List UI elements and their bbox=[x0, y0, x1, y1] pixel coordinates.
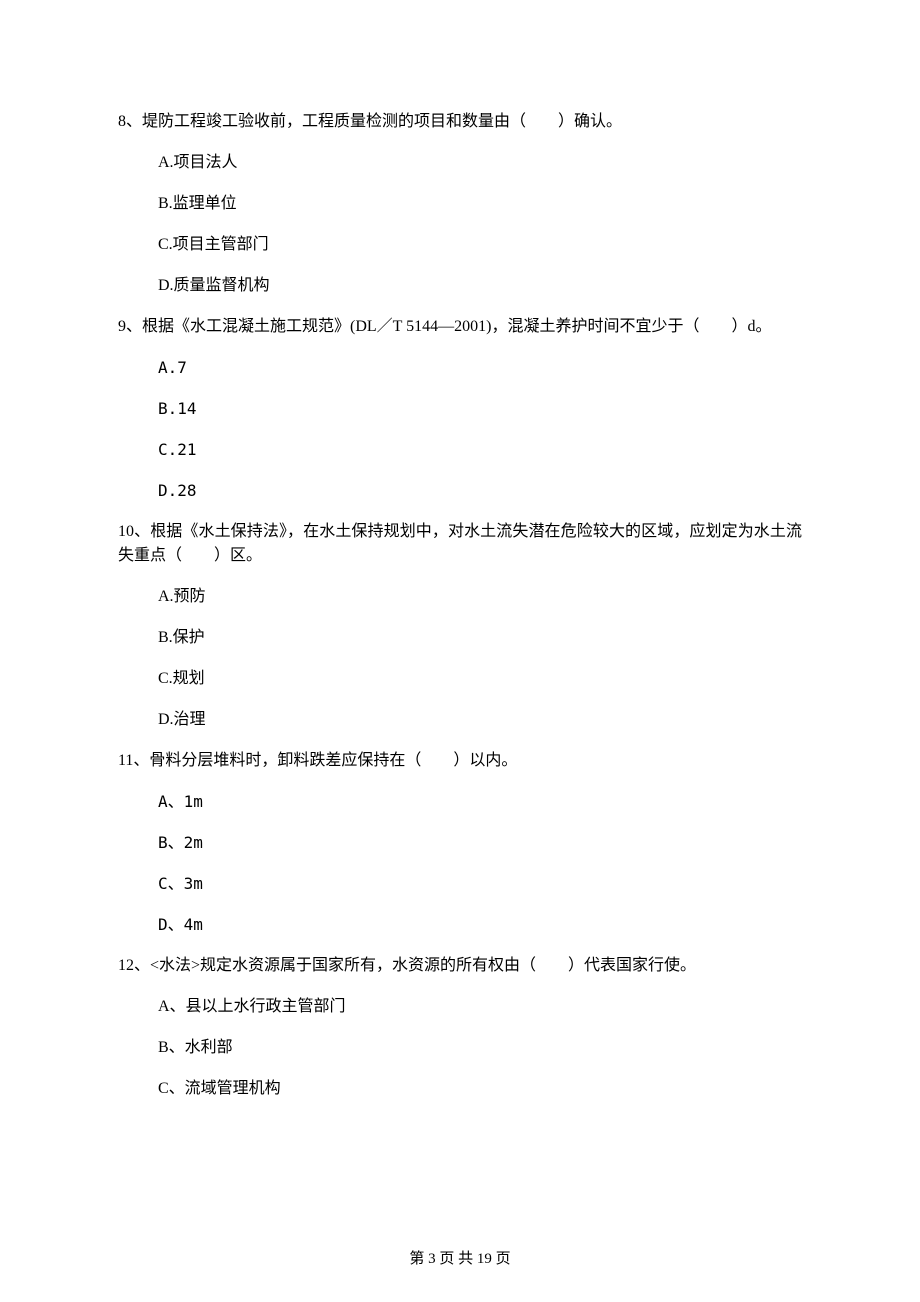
option: C、3m bbox=[158, 872, 802, 896]
question-9-options: A.7 B.14 C.21 D.28 bbox=[118, 356, 802, 503]
question-11-options: A、1m B、2m C、3m D、4m bbox=[118, 790, 802, 937]
option: B、2m bbox=[158, 831, 802, 855]
option: B.14 bbox=[158, 397, 802, 421]
question-11-stem: 11、骨料分层堆料时，卸料跌差应保持在（ ）以内。 bbox=[118, 749, 802, 773]
option: A.7 bbox=[158, 356, 802, 380]
question-12-stem: 12、<水法>规定水资源属于国家所有，水资源的所有权由（ ）代表国家行使。 bbox=[118, 954, 802, 978]
option: D、4m bbox=[158, 913, 802, 937]
option: B.监理单位 bbox=[158, 192, 802, 216]
option: D.治理 bbox=[158, 708, 802, 732]
option: D.28 bbox=[158, 479, 802, 503]
option: A.项目法人 bbox=[158, 151, 802, 175]
option: A、县以上水行政主管部门 bbox=[158, 995, 802, 1019]
question-10-options: A.预防 B.保护 C.规划 D.治理 bbox=[118, 585, 802, 732]
option: A、1m bbox=[158, 790, 802, 814]
option: A.预防 bbox=[158, 585, 802, 609]
option: D.质量监督机构 bbox=[158, 274, 802, 298]
option: C.项目主管部门 bbox=[158, 233, 802, 257]
page-footer: 第 3 页 共 19 页 bbox=[0, 1248, 920, 1271]
question-10-stem: 10、根据《水土保持法》，在水土保持规划中，对水土流失潜在危险较大的区域，应划定… bbox=[118, 520, 802, 568]
option: C、流域管理机构 bbox=[158, 1077, 802, 1101]
option: C.21 bbox=[158, 438, 802, 462]
option: C.规划 bbox=[158, 667, 802, 691]
option: B.保护 bbox=[158, 626, 802, 650]
question-8-stem: 8、堤防工程竣工验收前，工程质量检测的项目和数量由（ ）确认。 bbox=[118, 110, 802, 134]
question-9-stem: 9、根据《水工混凝土施工规范》(DL／T 5144—2001)，混凝土养护时间不… bbox=[118, 315, 802, 339]
page-content: 8、堤防工程竣工验收前，工程质量检测的项目和数量由（ ）确认。 A.项目法人 B… bbox=[0, 0, 920, 1302]
question-8-options: A.项目法人 B.监理单位 C.项目主管部门 D.质量监督机构 bbox=[118, 151, 802, 298]
question-12-options: A、县以上水行政主管部门 B、水利部 C、流域管理机构 bbox=[118, 995, 802, 1101]
option: B、水利部 bbox=[158, 1036, 802, 1060]
